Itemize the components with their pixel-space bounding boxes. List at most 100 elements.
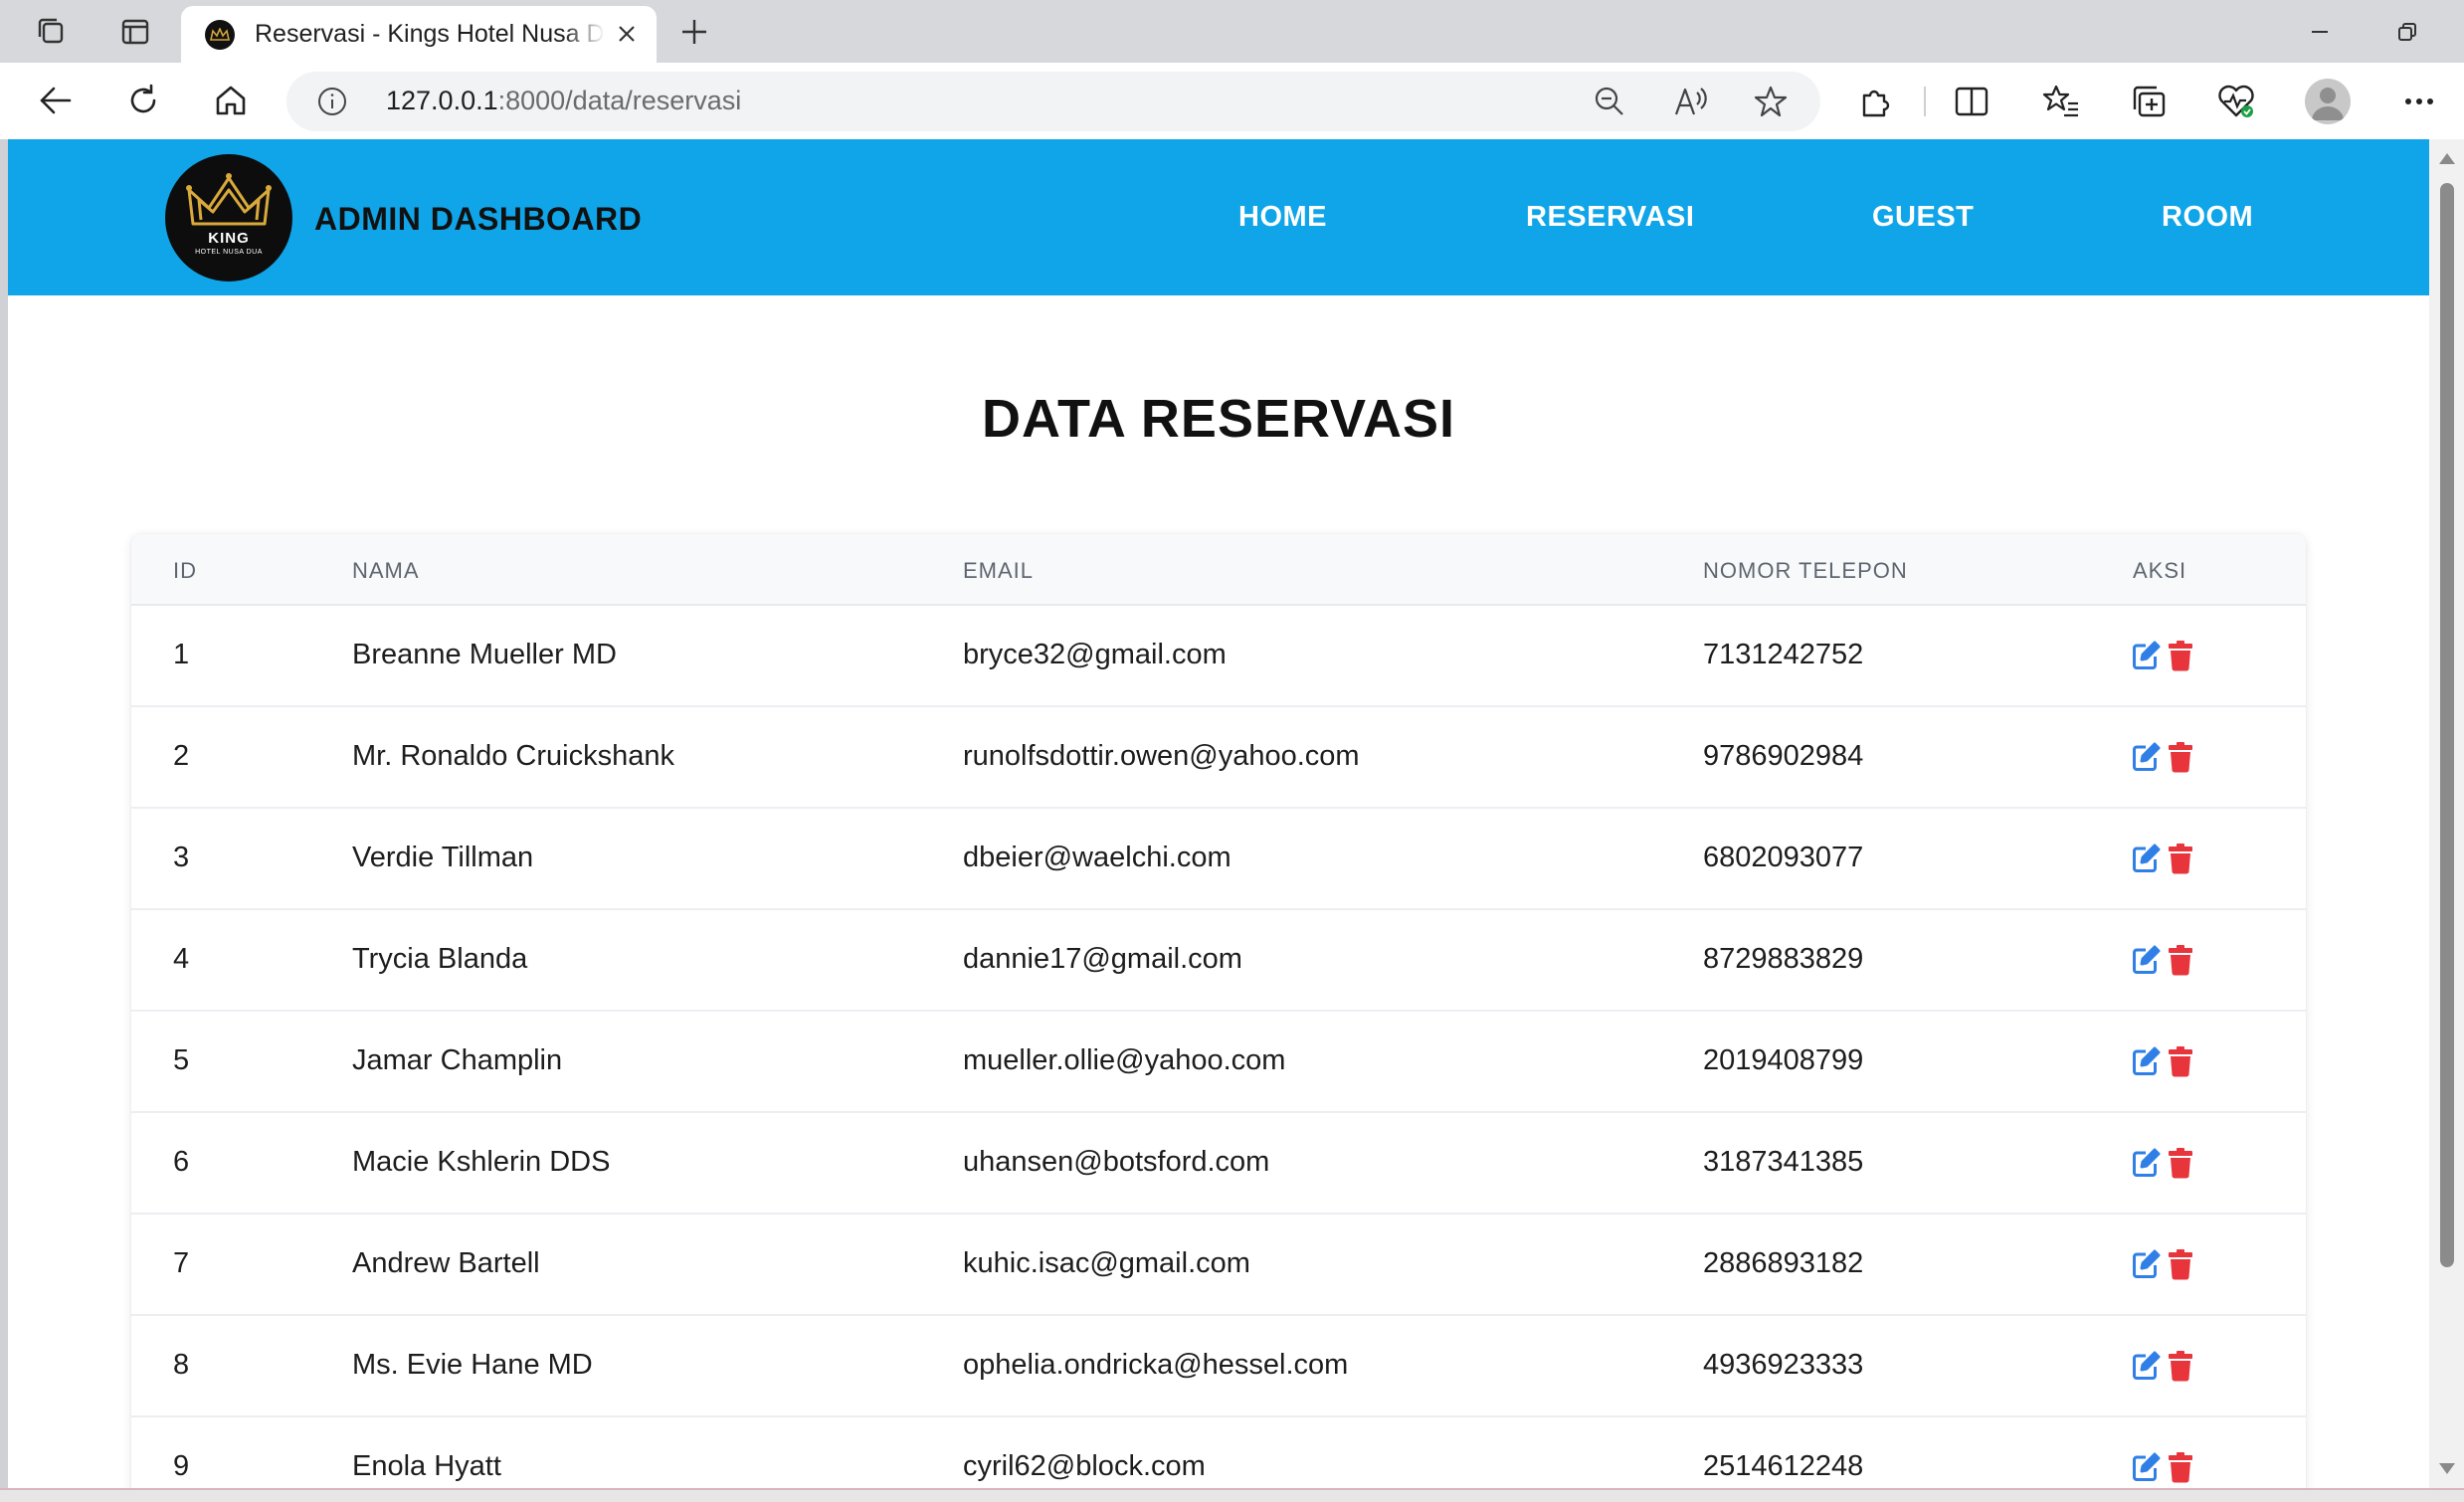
cell-nama: Verdie Tillman	[352, 842, 534, 873]
cell-nama: Breanne Mueller MD	[352, 639, 617, 670]
cell-id: 9	[173, 1450, 190, 1482]
edit-icon[interactable]	[2131, 1248, 2161, 1280]
collections-icon[interactable]	[2127, 81, 2171, 122]
cell-email: runolfsdottir.owen@yahoo.com	[963, 740, 1360, 772]
home-icon[interactable]	[207, 79, 255, 122]
minimize-icon[interactable]	[2298, 12, 2342, 52]
column-header-nomor-telepon: NOMOR TELEPON	[1703, 558, 1908, 583]
table-header: ID NAMA EMAIL NOMOR TELEPON AKSI	[131, 534, 2306, 606]
reservations-table: ID NAMA EMAIL NOMOR TELEPON AKSI 1 Breann…	[131, 534, 2306, 1488]
cell-id: 3	[173, 842, 190, 873]
column-header-aksi: AKSI	[2133, 558, 2187, 583]
scroll-down-arrow-icon[interactable]	[2439, 1463, 2455, 1474]
tab-reservasi[interactable]: Reservasi - Kings Hotel Nusa Dua	[181, 6, 657, 63]
zoom-out-icon[interactable]	[1592, 84, 1627, 119]
split-screen-icon[interactable]	[1950, 81, 1993, 122]
page-scrollbar[interactable]	[2429, 139, 2464, 1488]
cell-nama: Enola Hyatt	[352, 1450, 501, 1482]
browser-toolbar: 127.0.0.1:8000/data/reservasi	[0, 63, 2464, 139]
king-logo-favicon-icon	[205, 19, 235, 50]
tab-actions-icon[interactable]	[113, 12, 157, 52]
cell-id: 5	[173, 1044, 190, 1076]
logo-text: KING	[208, 230, 250, 247]
edit-icon[interactable]	[2131, 741, 2161, 773]
cell-nama: Jamar Champlin	[352, 1044, 563, 1076]
trash-icon[interactable]	[2167, 1147, 2196, 1179]
new-tab-icon[interactable]	[672, 12, 716, 52]
restore-icon[interactable]	[2385, 12, 2429, 52]
cell-nama: Mr. Ronaldo Cruickshank	[352, 740, 674, 772]
cell-email: uhansen@botsford.com	[963, 1146, 1270, 1178]
cell-nomor-telepon: 9786902984	[1703, 740, 1864, 772]
workspaces-icon[interactable]	[30, 12, 74, 52]
url-host: 127.0.0.1	[386, 86, 498, 115]
edit-icon[interactable]	[2131, 1350, 2161, 1382]
column-header-nama: NAMA	[352, 558, 420, 583]
cell-email: bryce32@gmail.com	[963, 639, 1227, 670]
reload-icon[interactable]	[119, 79, 167, 122]
window-bottom-edge	[0, 1488, 2464, 1502]
cell-nama: Trycia Blanda	[352, 943, 528, 975]
table-row: 6 Macie Kshlerin DDS uhansen@botsford.com 3…	[131, 1113, 2306, 1215]
king-hotel-logo[interactable]: KING HOTEL NUSA DUA	[165, 154, 292, 282]
tab-title: Reservasi - Kings Hotel Nusa Dua	[255, 20, 605, 48]
cell-email: kuhic.isac@gmail.com	[963, 1247, 1250, 1279]
cell-nomor-telepon: 2514612248	[1703, 1450, 1864, 1482]
profile-avatar[interactable]	[2305, 79, 2351, 124]
edit-icon[interactable]	[2131, 843, 2161, 874]
cell-nama: Ms. Evie Hane MD	[352, 1349, 593, 1381]
table-row: 5 Jamar Champlin mueller.ollie@yahoo.com 20…	[131, 1012, 2306, 1113]
trash-icon[interactable]	[2167, 741, 2196, 773]
cell-email: mueller.ollie@yahoo.com	[963, 1044, 1286, 1076]
favorite-star-icon[interactable]	[1753, 84, 1789, 119]
cell-nomor-telepon: 3187341385	[1703, 1146, 1864, 1178]
url-path: :8000/data/reservasi	[497, 86, 742, 115]
toolbar-separator	[1924, 87, 1926, 116]
more-menu-icon[interactable]	[2397, 81, 2441, 122]
edit-icon[interactable]	[2131, 1045, 2161, 1077]
trash-icon[interactable]	[2167, 1045, 2196, 1077]
page-title: DATA RESERVASI	[981, 389, 1456, 449]
address-bar[interactable]: 127.0.0.1:8000/data/reservasi	[286, 72, 1820, 131]
brand-title: ADMIN DASHBOARD	[314, 201, 643, 237]
favorites-list-icon[interactable]	[2039, 81, 2083, 122]
trash-icon[interactable]	[2167, 944, 2196, 976]
cell-nomor-telepon: 2886893182	[1703, 1247, 1864, 1279]
page-viewport: KING HOTEL NUSA DUA ADMIN DASHBOARD HOME…	[8, 139, 2429, 1488]
edit-icon[interactable]	[2131, 944, 2161, 976]
site-info-icon[interactable]	[316, 86, 348, 117]
scroll-up-arrow-icon[interactable]	[2439, 153, 2455, 164]
trash-icon[interactable]	[2167, 1451, 2196, 1483]
nav-home[interactable]: HOME	[1238, 201, 1327, 234]
nav-reservasi[interactable]: RESERVASI	[1526, 201, 1694, 234]
trash-icon[interactable]	[2167, 1350, 2196, 1382]
cell-nomor-telepon: 7131242752	[1703, 639, 1864, 670]
browser-essentials-icon[interactable]	[2214, 81, 2258, 122]
trash-icon[interactable]	[2167, 1248, 2196, 1280]
edit-icon[interactable]	[2131, 640, 2161, 671]
nav-room[interactable]: ROOM	[2162, 201, 2253, 234]
cell-id: 6	[173, 1146, 190, 1178]
cell-nama: Macie Kshlerin DDS	[352, 1146, 611, 1178]
edit-icon[interactable]	[2131, 1147, 2161, 1179]
trash-icon[interactable]	[2167, 843, 2196, 874]
extensions-icon[interactable]	[1854, 81, 1898, 122]
read-aloud-icon[interactable]	[1673, 84, 1709, 119]
nav-guest[interactable]: GUEST	[1872, 201, 1974, 234]
back-arrow-icon[interactable]	[32, 79, 80, 122]
table-row: 2 Mr. Ronaldo Cruickshank runolfsdottir.ow…	[131, 707, 2306, 809]
close-tab-icon[interactable]	[613, 20, 641, 48]
trash-icon[interactable]	[2167, 640, 2196, 671]
cell-id: 2	[173, 740, 190, 772]
cell-email: dannie17@gmail.com	[963, 943, 1242, 975]
column-header-email: EMAIL	[963, 558, 1035, 583]
cell-id: 7	[173, 1247, 190, 1279]
scrollbar-thumb[interactable]	[2440, 183, 2454, 1267]
cell-nomor-telepon: 8729883829	[1703, 943, 1864, 975]
cell-nomor-telepon: 2019408799	[1703, 1044, 1864, 1076]
edit-icon[interactable]	[2131, 1451, 2161, 1483]
url-text[interactable]: 127.0.0.1:8000/data/reservasi	[386, 86, 741, 116]
cell-id: 4	[173, 943, 190, 975]
cell-email: cyril62@block.com	[963, 1450, 1206, 1482]
cell-nama: Andrew Bartell	[352, 1247, 540, 1279]
